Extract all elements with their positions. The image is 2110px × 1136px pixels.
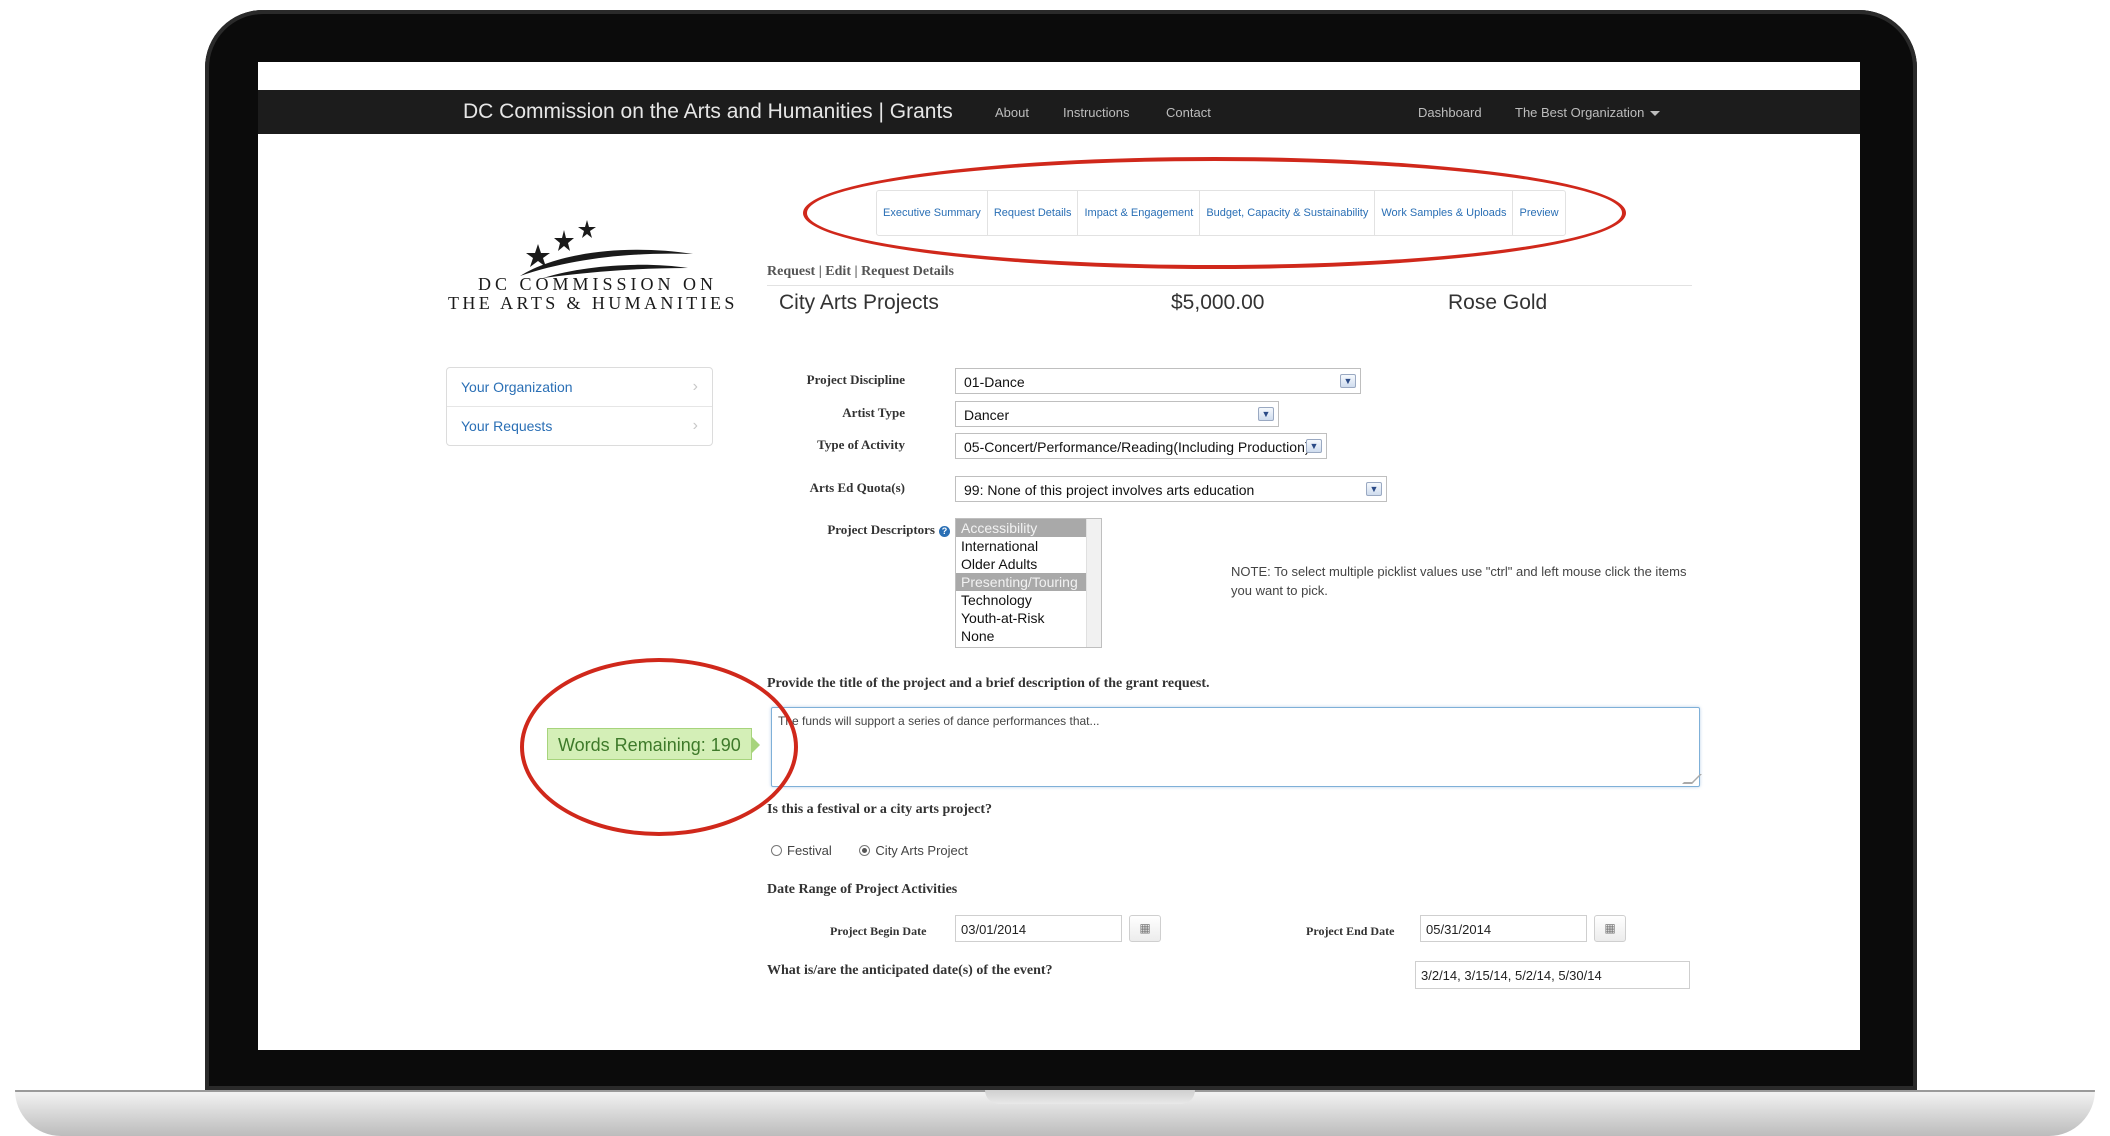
brand-title[interactable]: DC Commission on the Arts and Humanities…: [463, 100, 953, 124]
list-item[interactable]: None: [956, 627, 1101, 645]
listbox-scrollbar[interactable]: [1086, 519, 1101, 647]
calendar-icon[interactable]: ▦: [1129, 915, 1161, 942]
request-tabs: Executive Summary Request Details Impact…: [876, 190, 1566, 236]
chevron-down-icon: ▼: [1306, 439, 1322, 453]
nav-about[interactable]: About: [995, 105, 1029, 120]
end-date-label: Project End Date: [1306, 924, 1395, 938]
nav-contact[interactable]: Contact: [1166, 105, 1211, 120]
calendar-icon[interactable]: ▦: [1594, 915, 1626, 942]
tab-executive-summary[interactable]: Executive Summary: [877, 191, 988, 235]
top-navbar: DC Commission on the Arts and Humanities…: [258, 90, 1860, 134]
app-screen: DC Commission on the Arts and Humanities…: [258, 62, 1860, 1050]
multi-select-note: NOTE: To select multiple picklist values…: [1231, 564, 1687, 598]
chevron-right-icon: ›: [692, 378, 698, 395]
arts-ed-quota-select[interactable]: 99: None of this project involves arts e…: [955, 476, 1387, 502]
resize-handle-icon[interactable]: [1682, 774, 1702, 784]
project-discipline-value: 01-Dance: [964, 374, 1025, 390]
org-menu-label: The Best Organization: [1515, 105, 1645, 120]
arts-ed-quota-label: Arts Ed Quota(s): [809, 480, 905, 495]
project-descriptors-listbox[interactable]: Accessibility International Older Adults…: [955, 518, 1102, 648]
end-date-value: 05/31/2014: [1426, 922, 1492, 937]
help-icon[interactable]: ?: [939, 525, 950, 537]
radio-festival[interactable]: Festival: [771, 843, 832, 858]
event-dates-question: What is/are the anticipated date(s) of t…: [767, 963, 1053, 978]
radio-city-arts-label: City Arts Project: [875, 843, 968, 858]
program-name: City Arts Projects: [779, 291, 939, 314]
event-dates-input[interactable]: 3/2/14, 3/15/14, 5/2/14, 5/30/14: [1415, 961, 1690, 989]
nav-dashboard[interactable]: Dashboard: [1418, 105, 1482, 120]
date-range-heading: Date Range of Project Activities: [767, 882, 958, 897]
begin-date-input[interactable]: 03/01/2014: [955, 915, 1122, 942]
type-of-activity-value: 05-Concert/Performance/Reading(Including…: [964, 439, 1310, 455]
type-of-activity-select[interactable]: 05-Concert/Performance/Reading(Including…: [955, 433, 1327, 459]
artist-type-value: Dancer: [964, 407, 1010, 423]
logo-text-line1: DC COMMISSION ON: [478, 274, 718, 294]
tab-impact-engagement[interactable]: Impact & Engagement: [1078, 191, 1201, 235]
radio-festival-label: Festival: [787, 843, 832, 858]
tab-work-samples[interactable]: Work Samples & Uploads: [1375, 191, 1514, 235]
festival-question: Is this a festival or a city arts projec…: [767, 802, 992, 817]
end-date-input[interactable]: 05/31/2014: [1420, 915, 1587, 942]
caret-down-icon: [1650, 111, 1661, 117]
description-value: The funds will support a series of dance…: [778, 714, 1100, 728]
tab-preview[interactable]: Preview: [1513, 191, 1564, 235]
list-item[interactable]: Accessibility: [956, 519, 1101, 537]
logo-star-2: [554, 230, 574, 251]
artist-type-label: Artist Type: [842, 405, 905, 420]
list-item[interactable]: Older Adults: [956, 555, 1101, 573]
chevron-down-icon: ▼: [1366, 482, 1382, 496]
project-discipline-select[interactable]: 01-Dance ▼: [955, 368, 1361, 394]
list-item[interactable]: Presenting/Touring: [956, 573, 1101, 591]
radio-selected-icon: [859, 845, 871, 856]
description-textarea[interactable]: The funds will support a series of dance…: [771, 707, 1702, 787]
radio-circle-icon: [771, 845, 782, 856]
tab-request-details[interactable]: Request Details: [988, 191, 1079, 235]
list-item[interactable]: International: [956, 537, 1101, 555]
logo-text-line2: THE ARTS & HUMANITIES: [448, 293, 738, 313]
sidebar-item-label: Your Organization: [461, 379, 573, 395]
begin-date-label: Project Begin Date: [830, 924, 927, 938]
header-divider: [767, 285, 1692, 286]
contact-name: Rose Gold: [1448, 291, 1548, 314]
org-menu[interactable]: The Best Organization: [1515, 105, 1661, 120]
arts-ed-quota-value: 99: None of this project involves arts e…: [964, 482, 1255, 498]
list-item[interactable]: Youth-at-Risk: [956, 609, 1101, 627]
tab-budget-capacity[interactable]: Budget, Capacity & Sustainability: [1200, 191, 1376, 235]
laptop-notch: [985, 1090, 1195, 1104]
description-question: Provide the title of the project and a b…: [767, 676, 1210, 691]
project-type-radio-group: Festival City Arts Project: [771, 843, 968, 858]
project-descriptors-text: Project Descriptors: [827, 522, 935, 537]
type-of-activity-label: Type of Activity: [817, 437, 905, 452]
sidebar-item-your-organization[interactable]: Your Organization ›: [447, 368, 712, 407]
request-amount: $5,000.00: [1171, 291, 1265, 314]
list-item[interactable]: Technology: [956, 591, 1101, 609]
sidebar-nav: Your Organization › Your Requests ›: [446, 367, 713, 446]
nav-instructions[interactable]: Instructions: [1063, 105, 1129, 120]
artist-type-select[interactable]: Dancer ▼: [955, 401, 1279, 427]
breadcrumb: Request | Edit | Request Details: [767, 264, 954, 279]
project-discipline-label: Project Discipline: [806, 372, 905, 387]
sidebar-item-label: Your Requests: [461, 418, 553, 434]
logo-star-3: [578, 220, 596, 238]
event-dates-value: 3/2/14, 3/15/14, 5/2/14, 5/30/14: [1421, 968, 1602, 983]
begin-date-value: 03/01/2014: [961, 922, 1027, 937]
radio-city-arts-project[interactable]: City Arts Project: [859, 843, 968, 858]
chevron-down-icon: ▼: [1340, 374, 1356, 388]
chevron-down-icon: ▼: [1258, 407, 1274, 421]
project-descriptors-label: Project Descriptors?: [827, 522, 950, 538]
words-remaining-badge: Words Remaining: 190: [547, 728, 760, 760]
chevron-right-icon: ›: [692, 417, 698, 434]
sidebar-item-your-requests[interactable]: Your Requests ›: [447, 407, 712, 445]
